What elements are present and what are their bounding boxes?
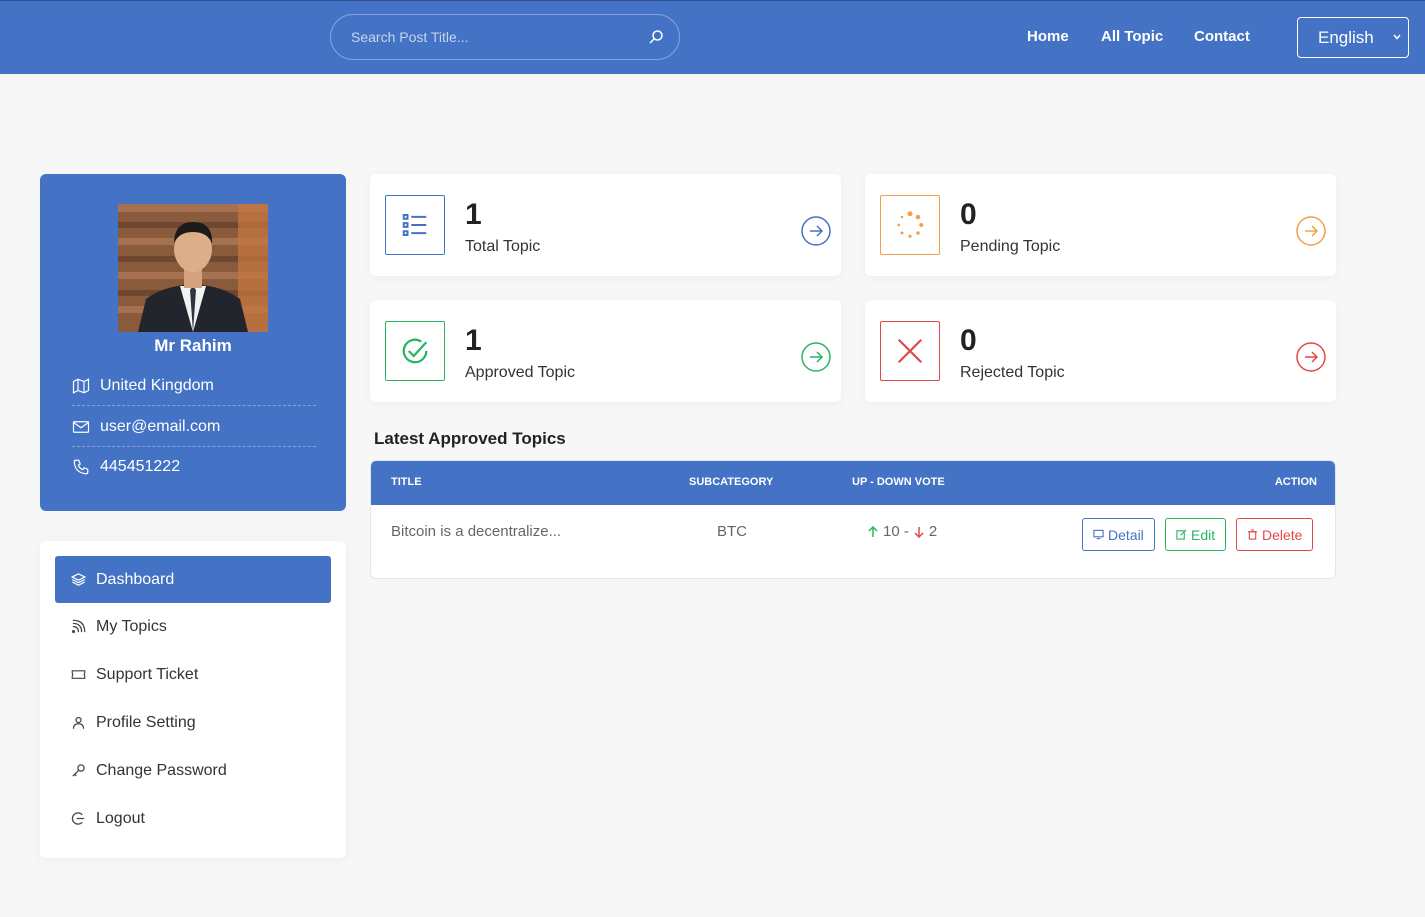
detail-button[interactable]: Detail bbox=[1082, 518, 1155, 551]
row-subcategory: BTC bbox=[717, 523, 747, 540]
stat-value: 0 bbox=[960, 324, 977, 357]
column-header-subcategory: Subcategory bbox=[689, 476, 774, 488]
arrow-right-circle-icon[interactable] bbox=[801, 216, 831, 246]
arrow-right-circle-icon[interactable] bbox=[801, 342, 831, 372]
search-icon[interactable] bbox=[647, 28, 665, 46]
stat-label: Rejected Topic bbox=[960, 364, 1065, 381]
latest-topics-table: Title Subcategory Up - Down Vote Action … bbox=[370, 460, 1336, 579]
stat-icon-box bbox=[880, 195, 940, 255]
top-navbar: Home All Topic Contact English bbox=[0, 0, 1425, 74]
stat-approved-topic: 1 Approved Topic bbox=[370, 300, 841, 402]
arrow-right-circle-icon[interactable] bbox=[1296, 216, 1326, 246]
edit-icon bbox=[1176, 529, 1187, 540]
stat-value: 1 bbox=[465, 324, 482, 357]
check-circle-icon bbox=[402, 338, 428, 364]
user-icon bbox=[72, 716, 85, 729]
sidebar-item-change-password[interactable]: Change Password bbox=[55, 747, 331, 794]
profile-email: user@email.com bbox=[72, 407, 316, 447]
chevron-down-icon bbox=[1393, 34, 1401, 40]
sidebar-menu: Dashboard My Topics Support Ticket Profi… bbox=[40, 541, 346, 858]
language-value: English bbox=[1318, 28, 1374, 47]
phone-icon bbox=[73, 459, 89, 475]
search-input[interactable] bbox=[351, 15, 641, 59]
nav-all-topic[interactable]: All Topic bbox=[1101, 28, 1163, 45]
logout-icon bbox=[71, 812, 85, 825]
ticket-icon bbox=[71, 670, 86, 679]
avatar bbox=[118, 204, 268, 332]
stat-label: Total Topic bbox=[465, 238, 541, 255]
trash-icon bbox=[1247, 529, 1258, 540]
profile-name: Mr Rahim bbox=[154, 336, 232, 355]
search-box bbox=[330, 14, 680, 60]
downvote-count: 2 bbox=[928, 523, 938, 540]
sidebar-item-profile-setting[interactable]: Profile Setting bbox=[55, 699, 331, 746]
profile-country: United Kingdom bbox=[72, 366, 316, 406]
sidebar-item-my-topics[interactable]: My Topics bbox=[55, 603, 331, 650]
profile-phone: 445451222 bbox=[72, 447, 316, 487]
stat-pending-topic: 0 Pending Topic bbox=[865, 174, 1336, 276]
stat-icon-box bbox=[385, 195, 445, 255]
language-select[interactable]: English bbox=[1297, 17, 1409, 58]
list-icon bbox=[402, 214, 427, 236]
x-icon bbox=[897, 338, 923, 364]
layers-icon bbox=[71, 573, 86, 586]
row-votes: 10 - 2 bbox=[863, 523, 937, 540]
arrow-up-icon bbox=[868, 525, 878, 537]
upvote-count: 10 - bbox=[883, 523, 909, 540]
stat-rejected-topic: 0 Rejected Topic bbox=[865, 300, 1336, 402]
stat-value: 0 bbox=[960, 198, 977, 231]
stat-icon-box bbox=[880, 321, 940, 381]
edit-button[interactable]: Edit bbox=[1165, 518, 1227, 551]
arrow-right-circle-icon[interactable] bbox=[1296, 342, 1326, 372]
nav-contact[interactable]: Contact bbox=[1194, 28, 1250, 45]
profile-card: Mr Rahim United Kingdom user@email.com 4… bbox=[40, 174, 346, 511]
stat-total-topic: 1 Total Topic bbox=[370, 174, 841, 276]
map-icon bbox=[72, 377, 90, 394]
arrow-down-icon bbox=[914, 526, 924, 538]
column-header-action: Action bbox=[1274, 476, 1317, 488]
sidebar-item-logout[interactable]: Logout bbox=[55, 795, 331, 842]
mail-icon bbox=[72, 420, 90, 433]
column-header-title: Title bbox=[391, 476, 422, 488]
spinner-icon bbox=[897, 211, 924, 238]
stat-value: 1 bbox=[465, 198, 482, 231]
sidebar-item-support-ticket[interactable]: Support Ticket bbox=[55, 651, 331, 698]
rss-icon bbox=[71, 619, 86, 634]
key-icon bbox=[72, 764, 85, 777]
monitor-icon bbox=[1093, 529, 1104, 540]
stat-label: Pending Topic bbox=[960, 238, 1061, 255]
stat-icon-box bbox=[385, 321, 445, 381]
nav-home[interactable]: Home bbox=[1027, 28, 1069, 45]
table-header: Title Subcategory Up - Down Vote Action bbox=[371, 461, 1335, 505]
section-title: Latest Approved Topics bbox=[374, 429, 566, 448]
stat-label: Approved Topic bbox=[465, 364, 575, 381]
row-title: Bitcoin is a decentralize... bbox=[391, 523, 562, 540]
delete-button[interactable]: Delete bbox=[1236, 518, 1314, 551]
sidebar-item-dashboard[interactable]: Dashboard bbox=[55, 556, 331, 603]
column-header-vote: Up - Down Vote bbox=[852, 476, 945, 488]
